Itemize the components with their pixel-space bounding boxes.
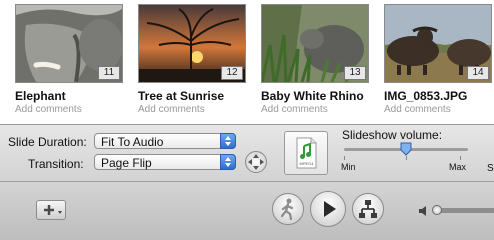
select-arrows-icon [220, 154, 236, 170]
add-button[interactable] [36, 200, 66, 220]
photo-thumbnail-tree[interactable]: 12 [138, 4, 246, 83]
audio-file-format-label: MPEG4 [299, 161, 314, 166]
volume-max-label: Max [449, 162, 467, 172]
photo-thumbnail-elephant[interactable]: 11 [15, 4, 123, 83]
photo-tile-rhino[interactable]: 13 Baby White Rhino Add comments [261, 4, 369, 115]
slider-tick [344, 156, 345, 160]
photo-browser: 11 Elephant Add comments 12 Tree at Sunr… [0, 0, 494, 125]
master-volume-thumb[interactable] [432, 205, 442, 215]
photo-tile-buffalo[interactable]: 14 IMG_0853.JPG Add comments [384, 4, 492, 115]
slider-tick [406, 156, 407, 160]
photo-comment-field[interactable]: Add comments [261, 104, 369, 115]
photo-comment-field[interactable]: Add comments [15, 104, 123, 115]
photo-number-badge: 13 [344, 66, 366, 80]
slideshow-volume-slider[interactable] [344, 142, 468, 156]
transition-direction-control[interactable] [245, 151, 267, 173]
photo-thumbnail-rhino[interactable]: 13 [261, 4, 369, 83]
slide-duration-value: Fit To Audio [101, 135, 164, 149]
photo-number-badge: 12 [221, 66, 243, 80]
slide-duration-select[interactable]: Fit To Audio [94, 133, 236, 149]
photo-comment-field[interactable]: Add comments [384, 104, 492, 115]
photo-title[interactable]: IMG_0853.JPG [384, 89, 492, 103]
photo-thumbnail-buffalo[interactable]: 14 [384, 4, 492, 83]
photo-title[interactable]: Baby White Rhino [261, 89, 369, 103]
audio-file-icon: MPEG4 [296, 137, 317, 169]
play-icon [324, 201, 336, 217]
slide-duration-label: Slide Duration: [8, 135, 87, 149]
transition-label: Transition: [28, 157, 84, 171]
transition-value: Page Flip [101, 156, 152, 170]
select-arrows-icon [220, 133, 236, 149]
photo-number-badge: 11 [98, 66, 120, 80]
hierarchy-button[interactable] [352, 193, 384, 225]
slider-thumb[interactable] [400, 142, 412, 156]
volume-min-label: Min [341, 162, 356, 172]
hierarchy-icon [359, 200, 377, 218]
slider-tick [460, 156, 461, 160]
add-icon [44, 205, 62, 215]
slideshow-volume-label: Slideshow volume: [342, 128, 443, 142]
photo-tile-elephant[interactable]: 11 Elephant Add comments [15, 4, 123, 115]
photo-comment-field[interactable]: Add comments [138, 104, 246, 115]
photo-tile-tree[interactable]: 12 Tree at Sunrise Add comments [138, 4, 246, 115]
photo-number-badge: 14 [467, 66, 489, 80]
play-button[interactable] [310, 191, 346, 227]
direction-arrows-icon [248, 154, 264, 170]
transition-select[interactable]: Page Flip [94, 154, 236, 170]
slideshow-audio-well[interactable]: MPEG4 [284, 131, 328, 175]
photo-title[interactable]: Tree at Sunrise [138, 89, 246, 103]
truncated-label: S [487, 163, 494, 174]
master-volume-slider[interactable] [432, 205, 494, 215]
walk-button[interactable] [272, 193, 304, 225]
running-man-icon [280, 198, 294, 221]
photo-title[interactable]: Elephant [15, 89, 123, 103]
